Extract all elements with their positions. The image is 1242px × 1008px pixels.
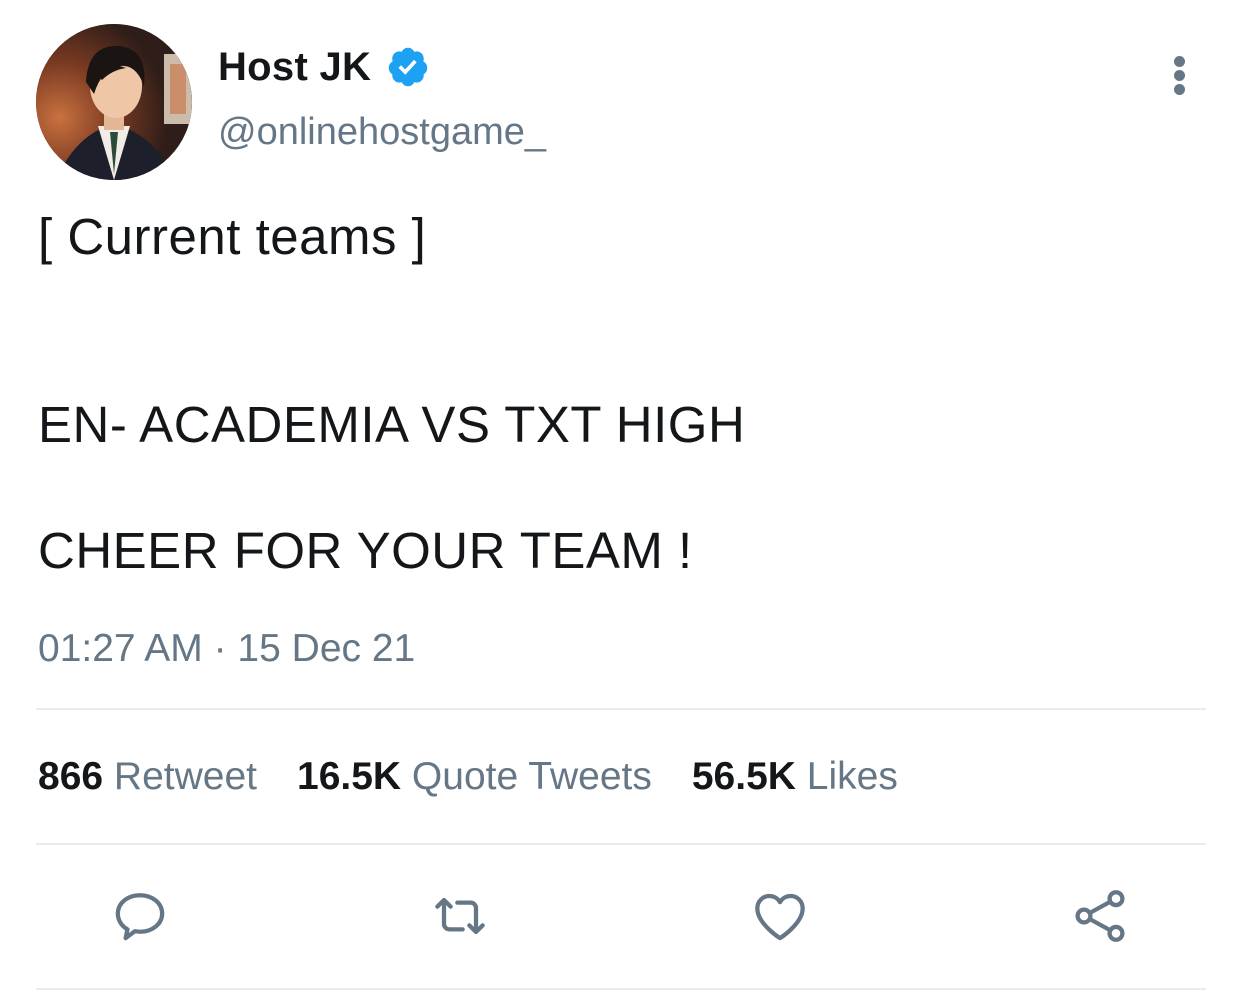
- tweet-text-line: [ Current teams ]: [38, 208, 427, 265]
- display-name[interactable]: Host JK: [218, 44, 371, 90]
- likes-count-label: Likes: [806, 755, 898, 798]
- quote-tweet-count[interactable]: 16.5K Quote Tweets: [297, 754, 652, 800]
- retweet-count[interactable]: 866 Retweet: [38, 754, 257, 800]
- handle[interactable]: @onlinehostgame_: [218, 110, 546, 154]
- tweet-text-line: CHEER FOR YOUR TEAM !: [38, 522, 693, 579]
- more-options-icon[interactable]: [1160, 52, 1200, 98]
- like-button[interactable]: [748, 884, 812, 948]
- divider: [36, 843, 1206, 845]
- avatar[interactable]: [36, 24, 192, 180]
- share-icon: [1075, 890, 1125, 942]
- share-button[interactable]: [1068, 884, 1132, 948]
- heart-icon: [755, 893, 805, 941]
- divider: [36, 708, 1206, 710]
- retweet-count-label: Retweet: [113, 755, 257, 798]
- engagement-stats: 866 Retweet 16.5K Quote Tweets 56.5K Lik…: [38, 754, 938, 800]
- quote-tweet-count-label: Quote Tweets: [411, 755, 652, 798]
- retweet-count-number: 866: [38, 755, 104, 798]
- retweet-icon: [435, 897, 485, 935]
- retweet-button[interactable]: [428, 884, 492, 948]
- tweet-text-line: EN- ACADEMIA VS TXT HIGH: [38, 396, 746, 453]
- verified-badge-icon: [386, 45, 430, 89]
- divider: [36, 988, 1206, 990]
- reply-button[interactable]: [108, 884, 172, 948]
- quote-tweet-count-number: 16.5K: [297, 755, 402, 798]
- reply-icon: [115, 893, 165, 941]
- likes-count[interactable]: 56.5K Likes: [692, 754, 898, 800]
- tweet-timestamp[interactable]: 01:27 AM · 15 Dec 21: [38, 626, 415, 672]
- likes-count-number: 56.5K: [691, 755, 796, 798]
